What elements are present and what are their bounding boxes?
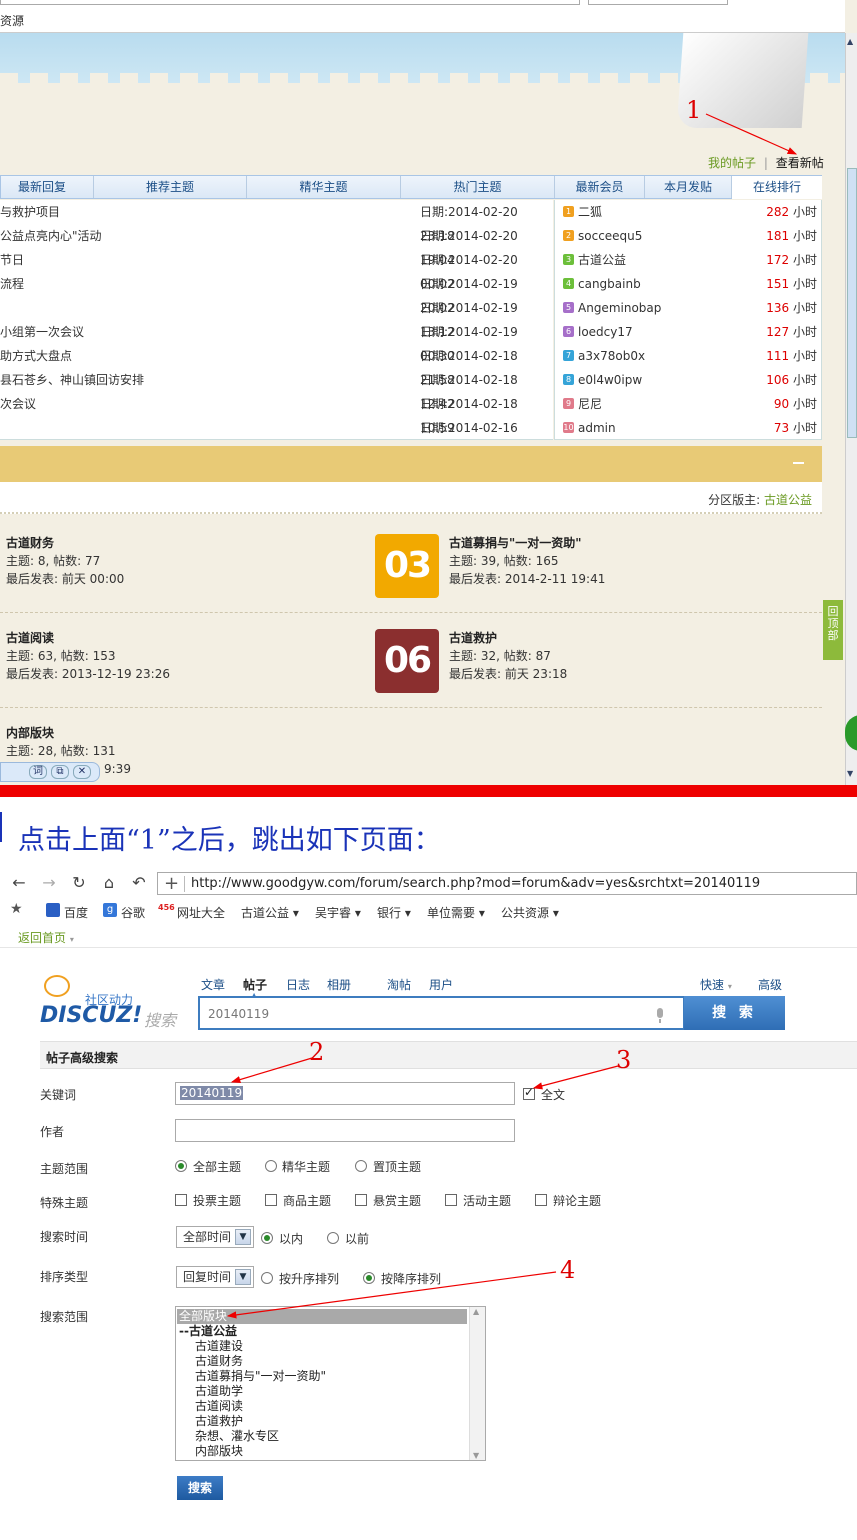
annotation-arrows [226, 113, 798, 1319]
arrow-1 [705, 113, 798, 155]
arrow-2 [230, 1057, 313, 1084]
arrow-3 [532, 1065, 619, 1090]
arrow-4 [226, 1271, 557, 1319]
